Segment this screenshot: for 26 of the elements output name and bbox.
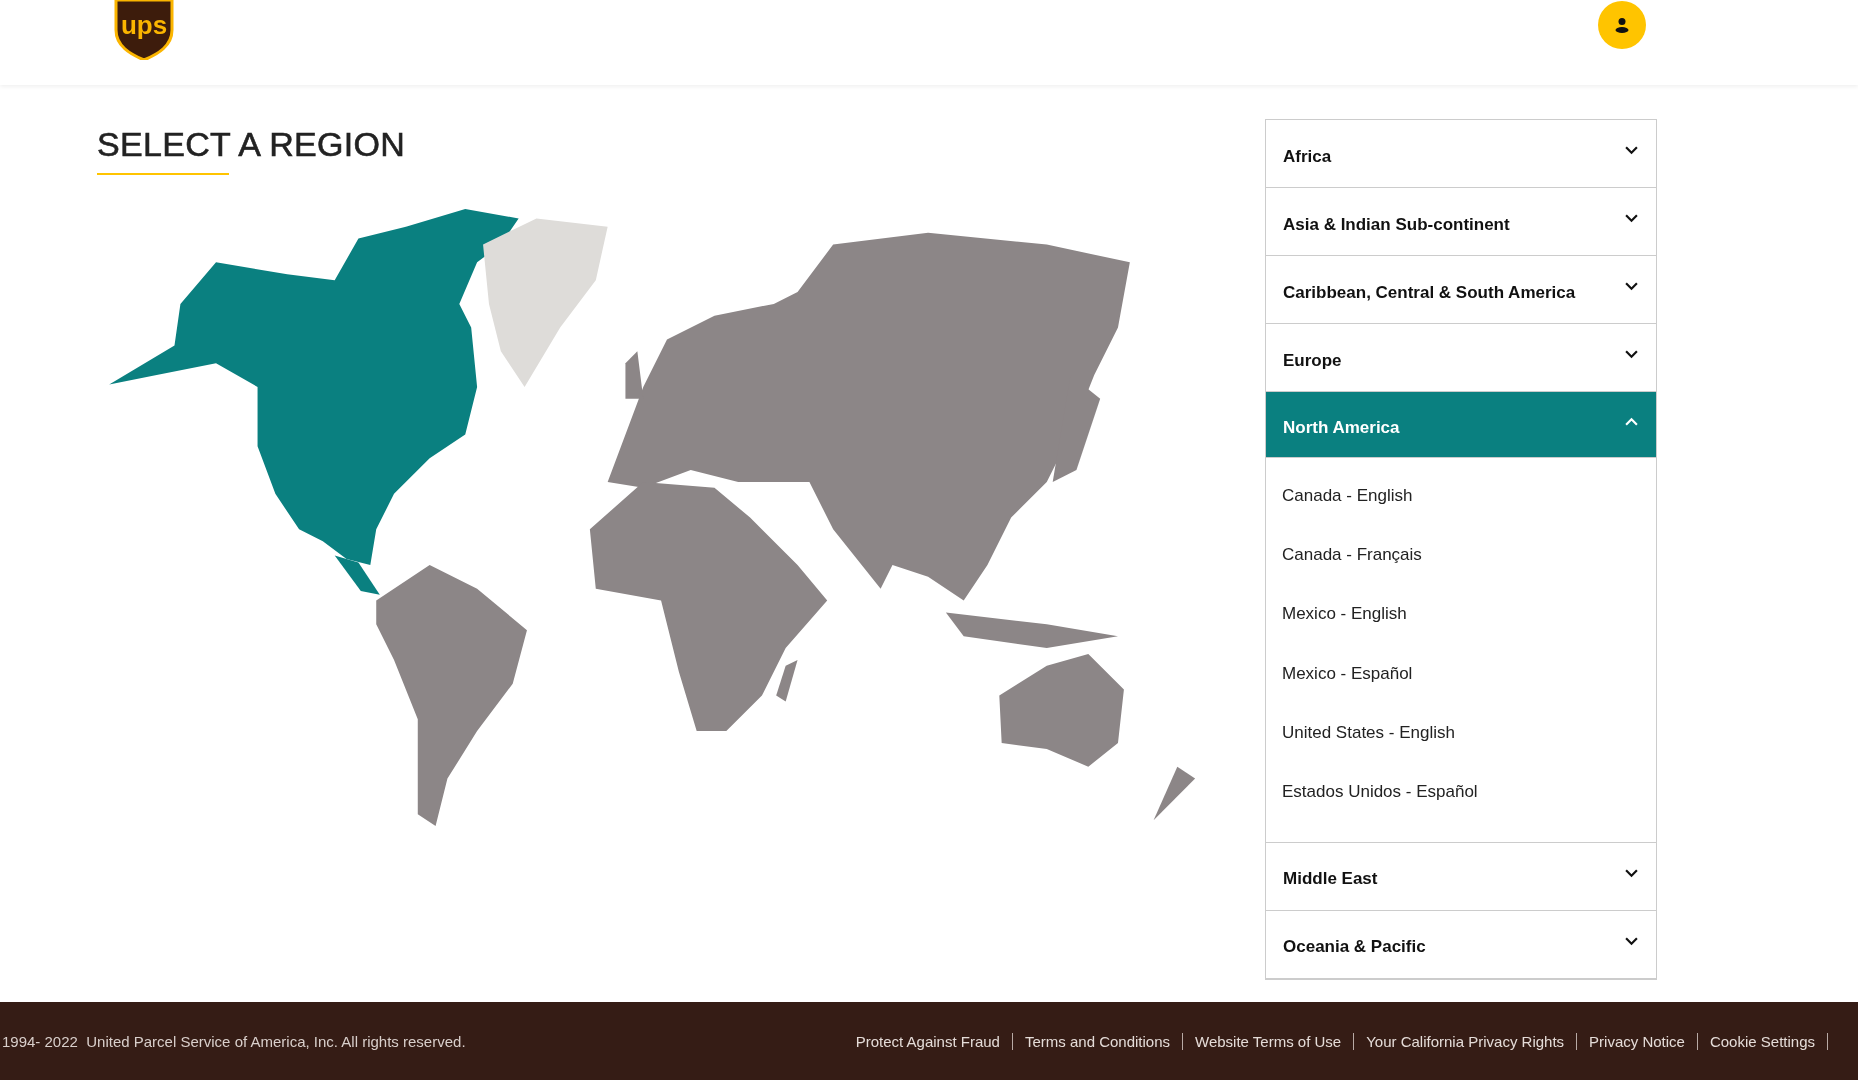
chevron-down-icon	[1625, 282, 1638, 291]
chevron-down-icon	[1625, 868, 1638, 878]
chevron-down-icon	[1625, 146, 1638, 155]
footer-link[interactable]: Your California Privacy Rights	[1354, 1032, 1578, 1050]
country-link[interactable]: United States - English	[1266, 703, 1656, 763]
footer-link[interactable]: Privacy Notice	[1577, 1032, 1698, 1050]
footer-link[interactable]: Protect Against Fraud	[843, 1032, 1013, 1050]
country-link[interactable]: Mexico - Español	[1266, 643, 1656, 704]
world-map-drawing[interactable]	[109, 208, 1196, 827]
country-link[interactable]: Canada - Français	[1266, 525, 1656, 585]
footer-link[interactable]: Cookie Settings	[1697, 1032, 1828, 1050]
country-link[interactable]: Estados Unidos - Español	[1266, 762, 1656, 822]
chevron-down-icon	[1625, 214, 1638, 223]
region-header[interactable]: North America	[1266, 392, 1656, 458]
ups-logo[interactable]: ups	[112, 0, 176, 60]
copyright-text: 1994- 2022 United Parcel Service of America, Inc. All rights reserved.	[1, 1032, 466, 1050]
chevron-down-icon	[1625, 936, 1638, 946]
footer-link[interactable]: Website Terms of Use	[1183, 1032, 1355, 1050]
chevron-down-icon	[1625, 350, 1638, 359]
person-icon	[1614, 17, 1630, 33]
country-link[interactable]: Canada - English	[1266, 466, 1656, 526]
chevron-up-icon	[1625, 417, 1638, 426]
footer-link[interactable]: Terms and Conditions	[1012, 1032, 1184, 1050]
country-link[interactable]: Mexico - English	[1266, 584, 1656, 644]
account-button[interactable]	[1598, 1, 1646, 49]
page-heading: SELECT A REGION	[97, 125, 407, 164]
